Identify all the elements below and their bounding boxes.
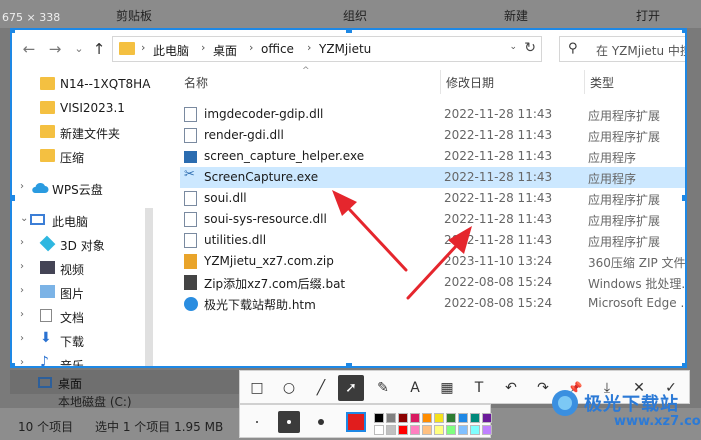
annotation-arrow-from-bottom[interactable] <box>406 226 472 300</box>
line-tool-icon[interactable]: ╱ <box>308 375 334 401</box>
annotation-arrow-to-screencapture[interactable] <box>332 190 408 272</box>
capture-region[interactable]: ← → ⌄ ↑ › 此电脑 › 桌面 › office › YZMjietu ⌄… <box>10 28 687 368</box>
site-logo-icon <box>552 390 578 416</box>
color-swatch[interactable] <box>434 425 444 435</box>
watermark: 极光下载站 www.xz7.com <box>548 386 701 436</box>
color-swatch[interactable] <box>470 413 480 423</box>
color-swatch[interactable] <box>482 425 492 435</box>
color-swatch[interactable] <box>422 425 432 435</box>
color-swatch[interactable] <box>422 413 432 423</box>
desktop-icon <box>38 377 52 388</box>
color-swatch[interactable] <box>410 413 420 423</box>
watermark-url: www.xz7.com <box>614 414 701 429</box>
text-tool-icon[interactable]: T <box>466 375 492 401</box>
ribbon-group-clipboard: 剪贴板 <box>116 9 153 23</box>
color-swatch[interactable] <box>386 413 396 423</box>
ribbon: 675 × 338 剪贴板 组织 新建 打开 <box>0 0 701 28</box>
current-color[interactable] <box>346 412 366 432</box>
sidebar-item-drive-c-dimmed: 本地磁盘 (C:) <box>10 396 239 408</box>
rectangle-tool-icon[interactable]: □ <box>244 375 270 401</box>
style-panel <box>239 404 492 438</box>
stroke-size-small[interactable] <box>246 411 268 433</box>
stroke-size-medium[interactable] <box>278 411 300 433</box>
resize-handle-top-right[interactable] <box>682 30 685 33</box>
mosaic-tool-icon[interactable]: ▦ <box>434 375 460 401</box>
watermark-title: 极光下载站 <box>584 394 679 415</box>
arrow-tool-icon[interactable]: ➚ <box>338 375 364 401</box>
color-swatch[interactable] <box>446 425 456 435</box>
sidebar-item-desktop-dimmed: 桌面 <box>10 370 239 394</box>
color-swatch[interactable] <box>374 425 384 435</box>
annotation-layer <box>332 190 472 300</box>
resize-handle-right[interactable] <box>682 195 685 201</box>
color-swatch[interactable] <box>398 413 408 423</box>
capture-size-readout: 675 × 338 <box>2 11 61 24</box>
status-selection: 选中 1 个项目 1.95 MB <box>95 420 224 434</box>
color-swatch[interactable] <box>410 425 420 435</box>
status-item-count: 10 个项目 <box>18 420 74 434</box>
current-color-fill <box>348 414 364 430</box>
ellipse-tool-icon[interactable]: ○ <box>276 375 302 401</box>
color-swatch[interactable] <box>458 425 468 435</box>
stroke-size-large[interactable] <box>310 411 332 433</box>
ribbon-group-new: 新建 <box>504 9 529 23</box>
resize-handle-bottom[interactable] <box>346 363 352 366</box>
color-swatch[interactable] <box>458 413 468 423</box>
marker-tool-icon[interactable]: A <box>402 375 428 401</box>
sidebar-item-label: 桌面 <box>58 377 83 391</box>
color-swatch[interactable] <box>446 413 456 423</box>
pen-tool-icon[interactable]: ✎ <box>370 375 396 401</box>
resize-handle-bottom-left[interactable] <box>12 363 15 366</box>
sidebar-item-label: 本地磁盘 (C:) <box>58 396 132 408</box>
color-swatch[interactable] <box>398 425 408 435</box>
resize-handle-top-left[interactable] <box>12 30 15 33</box>
resize-handle-bottom-right[interactable] <box>682 363 685 366</box>
color-swatch[interactable] <box>470 425 480 435</box>
ribbon-group-open: 打开 <box>636 9 661 23</box>
resize-handle-top[interactable] <box>346 30 352 33</box>
color-swatch[interactable] <box>374 413 384 423</box>
resize-handle-left[interactable] <box>12 195 15 201</box>
color-swatch[interactable] <box>434 413 444 423</box>
undo-icon[interactable]: ↶ <box>498 375 524 401</box>
color-swatch[interactable] <box>482 413 492 423</box>
ribbon-group-organize: 组织 <box>343 9 368 23</box>
color-swatch[interactable] <box>386 425 396 435</box>
